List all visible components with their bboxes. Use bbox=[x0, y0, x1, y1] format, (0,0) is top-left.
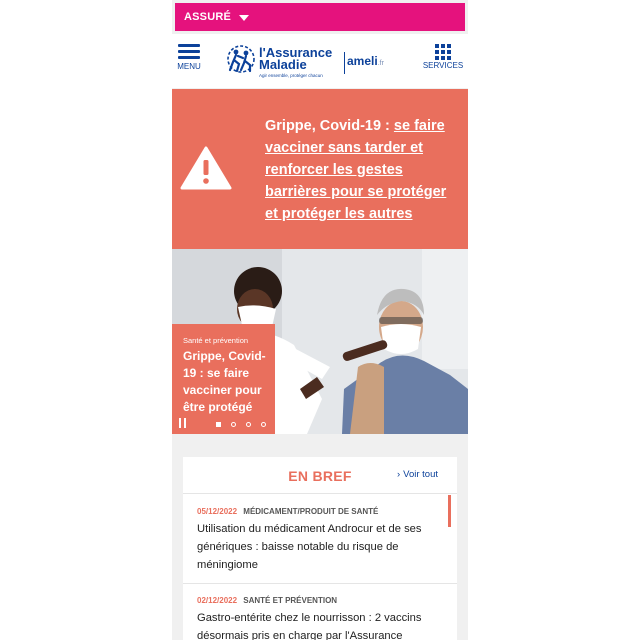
news-meta: 05/12/2022 MÉDICAMENT/PRODUIT DE SANTÉ bbox=[197, 507, 441, 516]
carousel-dot-4[interactable] bbox=[261, 422, 266, 427]
news-scrollbar[interactable] bbox=[448, 495, 451, 527]
logo-tagline: Agir ensemble, protéger chacun bbox=[259, 73, 323, 78]
news-text[interactable]: Gastro-entérite chez le nourrisson : 2 v… bbox=[197, 609, 441, 640]
news-meta: 02/12/2022 SANTÉ ET PRÉVENTION bbox=[197, 596, 441, 605]
news-category: SANTÉ ET PRÉVENTION bbox=[243, 596, 338, 605]
carousel-dot-3[interactable] bbox=[246, 422, 251, 427]
news-text[interactable]: Utilisation du médicament Androcur et de… bbox=[197, 520, 441, 574]
alert-banner: Grippe, Covid-19 : se faire vacciner san… bbox=[172, 89, 468, 249]
logo-separator bbox=[344, 52, 345, 74]
logo-line2: Maladie bbox=[259, 57, 307, 72]
ameli-suffix: .fr bbox=[377, 60, 384, 67]
pause-icon[interactable] bbox=[179, 418, 187, 428]
alert-message: Grippe, Covid-19 : se faire vacciner san… bbox=[265, 115, 461, 225]
profile-label: ASSURÉ bbox=[184, 11, 232, 23]
divider bbox=[183, 493, 457, 494]
hamburger-icon bbox=[178, 44, 200, 59]
news-date: 02/12/2022 bbox=[197, 596, 238, 605]
hero-title[interactable]: Grippe, Covid-19 : se faire vacciner pou… bbox=[183, 348, 269, 416]
services-button[interactable]: SERVICES bbox=[422, 44, 464, 70]
services-label: SERVICES bbox=[422, 61, 464, 70]
caret-down-icon bbox=[239, 15, 250, 21]
ameli-text: ameli bbox=[347, 54, 378, 68]
mobile-page: ASSURÉ MENU l'Assurance Maladie Agir ens… bbox=[172, 0, 468, 640]
divider bbox=[183, 583, 457, 584]
logo-figures-icon bbox=[227, 45, 255, 73]
carousel-dot-2[interactable] bbox=[231, 422, 236, 427]
en-bref-section: EN BREF › Voir tout 05/12/2022 MÉDICAMENT… bbox=[183, 457, 457, 640]
hero-category: Santé et prévention bbox=[183, 336, 249, 345]
alert-prefix: Grippe, Covid-19 : bbox=[265, 118, 394, 134]
news-item[interactable]: 02/12/2022 SANTÉ ET PRÉVENTION Gastro-en… bbox=[197, 596, 441, 640]
hero-carousel[interactable]: Santé et prévention Grippe, Covid-19 : s… bbox=[172, 249, 468, 434]
news-category: MÉDICAMENT/PRODUIT DE SANTÉ bbox=[243, 507, 379, 516]
profile-selector[interactable]: ASSURÉ bbox=[175, 3, 465, 31]
assurance-maladie-logo[interactable]: l'Assurance Maladie Agir ensemble, proté… bbox=[224, 43, 394, 81]
site-header: MENU l'Assurance Maladie Agir ensemble, … bbox=[172, 34, 468, 88]
carousel-dot-1[interactable] bbox=[216, 422, 221, 427]
chevron-right-icon: › bbox=[396, 469, 401, 480]
ameli-logo: ameli.fr bbox=[347, 54, 384, 68]
news-item[interactable]: 05/12/2022 MÉDICAMENT/PRODUIT DE SANTÉ U… bbox=[197, 507, 441, 574]
menu-button[interactable]: MENU bbox=[176, 44, 202, 71]
hero-caption-card[interactable]: Santé et prévention Grippe, Covid-19 : s… bbox=[172, 324, 275, 434]
menu-label: MENU bbox=[177, 62, 201, 71]
news-date: 05/12/2022 bbox=[197, 507, 238, 516]
grid-icon bbox=[435, 44, 451, 60]
voir-tout-link[interactable]: › Voir tout bbox=[397, 469, 438, 480]
voir-tout-label: Voir tout bbox=[403, 469, 438, 480]
warning-icon bbox=[180, 146, 232, 190]
